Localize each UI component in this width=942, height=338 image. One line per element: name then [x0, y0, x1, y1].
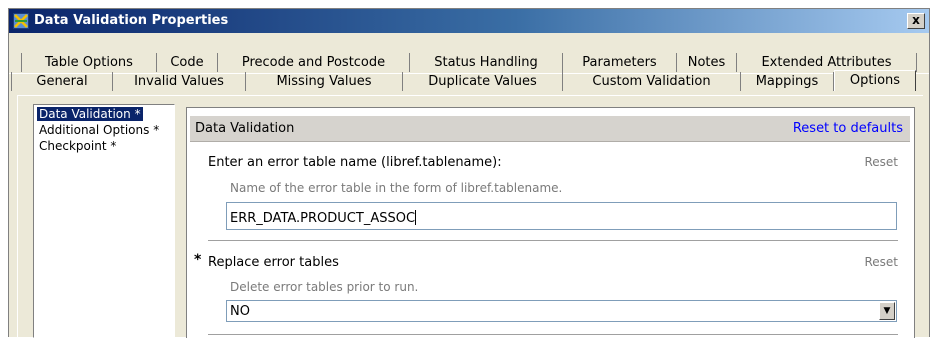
tab-status-handling[interactable]: Status Handling: [410, 53, 563, 72]
list-item-data-validation[interactable]: Data Validation *: [37, 107, 143, 121]
error-table-name-value: ERR_DATA.PRODUCT_ASSOC: [230, 211, 416, 226]
options-content-pane: Data Validation Reset to defaults Enter …: [186, 107, 915, 338]
dialog-window: Data Validation Properties x Table Optio…: [8, 8, 930, 338]
required-marker: *: [194, 252, 202, 268]
tab-duplicate-values[interactable]: Duplicate Values: [403, 72, 563, 91]
tab-invalid-values[interactable]: Invalid Values: [113, 72, 246, 91]
tab-general[interactable]: General: [11, 72, 113, 91]
list-item-label: Additional Options: [39, 123, 150, 137]
replace-error-tables-select[interactable]: NO ▼: [226, 300, 897, 322]
replace-error-tables-value: NO: [230, 304, 250, 319]
replace-error-tables-reset-link[interactable]: Reset: [864, 255, 898, 269]
field-divider: [208, 240, 898, 241]
tab-options[interactable]: Options: [834, 70, 916, 91]
replace-error-tables-hint: Delete error tables prior to run.: [230, 280, 419, 294]
error-table-reset-link[interactable]: Reset: [864, 155, 898, 169]
text-caret: [415, 210, 417, 225]
required-marker: *: [134, 107, 141, 121]
required-marker: *: [110, 139, 117, 153]
tab-custom-validation[interactable]: Custom Validation: [563, 72, 741, 91]
chevron-down-icon[interactable]: ▼: [879, 302, 895, 320]
tab-code[interactable]: Code: [157, 53, 218, 72]
close-button[interactable]: x: [907, 13, 925, 29]
options-category-list: Data Validation * Additional Options * C…: [33, 104, 175, 338]
tab-table-options[interactable]: Table Options: [21, 53, 157, 72]
error-table-label: Enter an error table name (libref.tablen…: [208, 155, 502, 170]
replace-error-tables-label: Replace error tables: [208, 255, 339, 270]
window-title: Data Validation Properties: [34, 13, 229, 28]
error-table-name-input[interactable]: ERR_DATA.PRODUCT_ASSOC: [226, 202, 897, 230]
tab-parameters[interactable]: Parameters: [563, 53, 677, 72]
section-header: Data Validation Reset to defaults: [190, 116, 910, 142]
tab-precode-postcode[interactable]: Precode and Postcode: [218, 53, 410, 72]
reset-to-defaults-link[interactable]: Reset to defaults: [793, 121, 903, 136]
data-validation-icon: [13, 13, 29, 33]
title-bar[interactable]: Data Validation Properties x: [9, 9, 929, 33]
tab-missing-values[interactable]: Missing Values: [246, 72, 403, 91]
list-item-label: Data Validation: [39, 107, 131, 121]
list-item-additional-options[interactable]: Additional Options *: [37, 123, 161, 137]
list-item-label: Checkpoint: [39, 139, 107, 153]
tab-mappings[interactable]: Mappings: [741, 72, 834, 91]
tab-notes[interactable]: Notes: [677, 53, 737, 72]
error-table-hint: Name of the error table in the form of l…: [230, 181, 563, 195]
field-divider: [208, 334, 898, 335]
section-title: Data Validation: [195, 121, 295, 136]
list-item-checkpoint[interactable]: Checkpoint *: [37, 139, 118, 153]
required-marker: *: [153, 123, 160, 137]
